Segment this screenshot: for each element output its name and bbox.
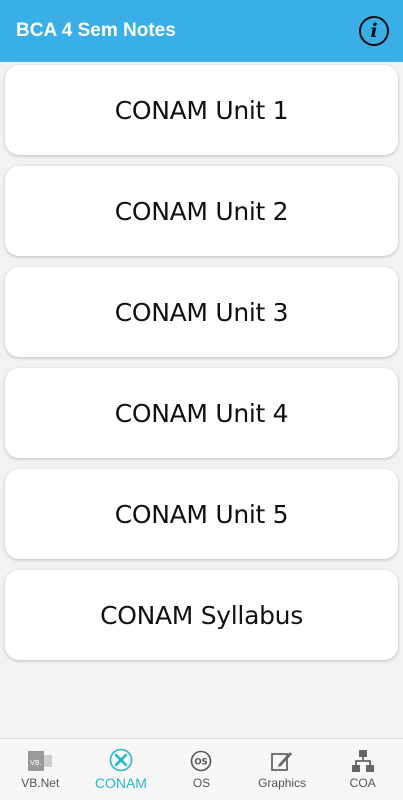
coa-icon [351, 749, 375, 773]
nav-label: VB.Net [21, 776, 60, 790]
card-label: CONAM Unit 1 [114, 95, 289, 125]
os-icon: OS [190, 749, 212, 773]
info-glyph: i [370, 20, 378, 42]
card-conam-unit-1[interactable]: CONAM Unit 1 [5, 65, 398, 155]
nav-item-vbnet[interactable]: VB. VB.Net [0, 739, 81, 800]
graphics-icon [270, 749, 294, 773]
card-label: CONAM Unit 4 [114, 398, 289, 428]
bottom-navigation: VB. VB.Net CONAM OS OS Graphics COA [0, 738, 403, 800]
nav-label: OS [192, 776, 211, 790]
app-title: BCA 4 Sem Notes [16, 20, 176, 41]
conam-icon [109, 748, 133, 772]
nav-item-conam[interactable]: CONAM [81, 739, 162, 800]
nav-label: Graphics [258, 776, 307, 790]
card-conam-syllabus[interactable]: CONAM Syllabus [5, 570, 398, 660]
nav-item-os[interactable]: OS OS [161, 739, 242, 800]
card-label: CONAM Unit 2 [114, 196, 289, 226]
card-conam-unit-4[interactable]: CONAM Unit 4 [5, 368, 398, 458]
card-label: CONAM Unit 3 [114, 297, 289, 327]
nav-label: COA [349, 776, 376, 790]
card-conam-unit-3[interactable]: CONAM Unit 3 [5, 267, 398, 357]
nav-label: CONAM [94, 775, 147, 791]
nav-item-coa[interactable]: COA [322, 739, 403, 800]
notes-list: CONAM Unit 1 CONAM Unit 2 CONAM Unit 3 C… [0, 62, 403, 671]
card-label: CONAM Unit 5 [114, 499, 289, 529]
card-label: CONAM Syllabus [100, 600, 303, 630]
vbnet-icon: VB. [27, 749, 53, 773]
info-icon[interactable]: i [359, 16, 389, 46]
os-icon-text: OS [195, 758, 208, 768]
nav-item-graphics[interactable]: Graphics [242, 739, 323, 800]
card-conam-unit-2[interactable]: CONAM Unit 2 [5, 166, 398, 256]
vbnet-icon-text: VB. [30, 759, 42, 767]
app-bar: BCA 4 Sem Notes i [0, 0, 403, 62]
card-conam-unit-5[interactable]: CONAM Unit 5 [5, 469, 398, 559]
